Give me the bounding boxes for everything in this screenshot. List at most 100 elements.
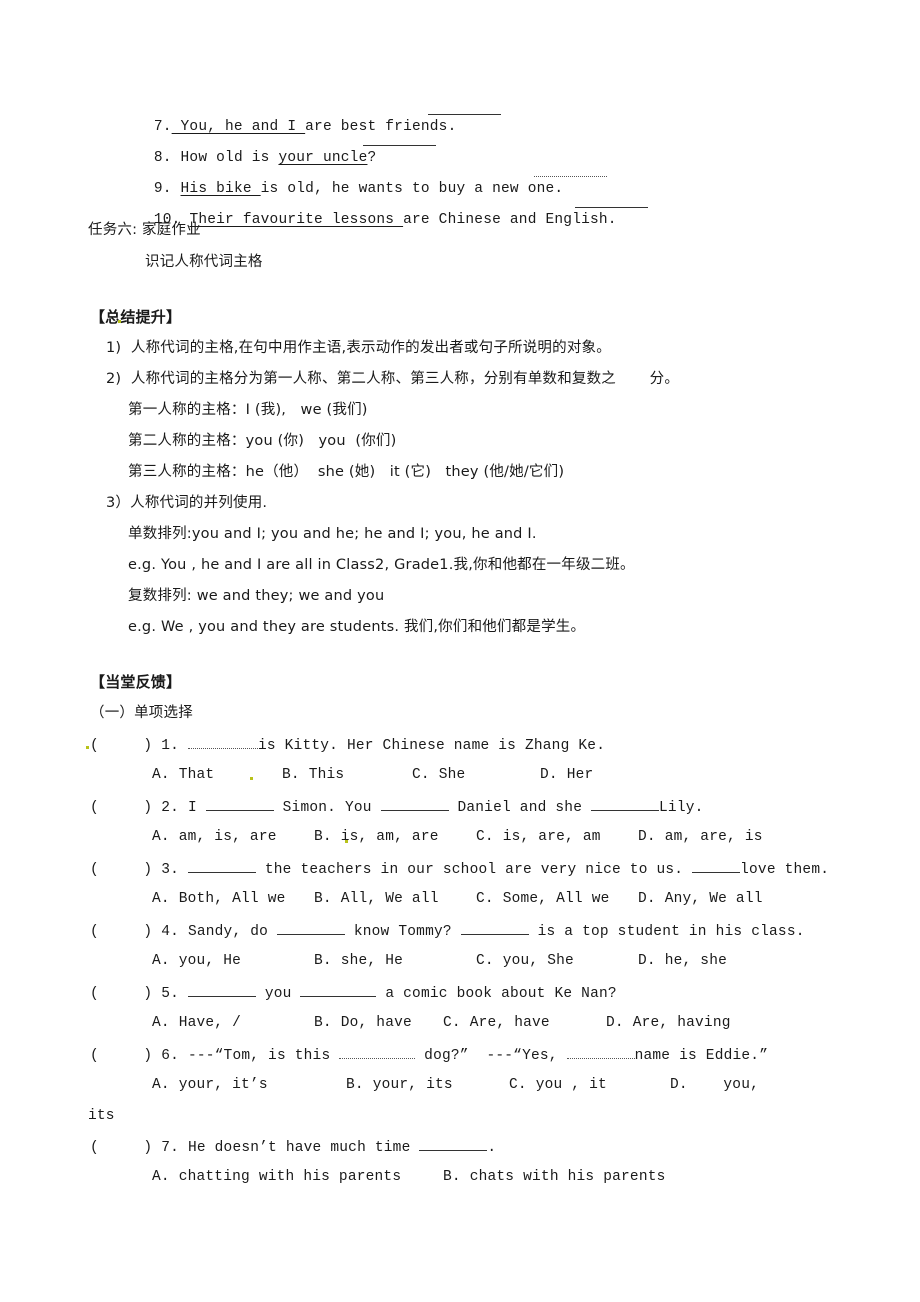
item-text: are Chinese and English.	[403, 212, 617, 228]
question-text: a comic book about Ke Nan?	[376, 986, 617, 1002]
question-text: .	[487, 1140, 497, 1156]
fill-blank[interactable]	[591, 796, 660, 811]
question-text: you	[255, 986, 301, 1002]
question-text: He doesn’t have much time	[187, 1140, 420, 1156]
fill-blank[interactable]	[339, 1044, 416, 1059]
question-text: Lily.	[659, 800, 704, 816]
question-7: ( ) 7. He doesn’t have much time .	[90, 1136, 496, 1158]
highlight-mark	[86, 746, 89, 749]
second-person-subject: 第二人称的主格：you (你) you (你们)	[128, 433, 397, 449]
option-d[interactable]: D. you,	[670, 1075, 759, 1095]
singular-example: e.g. You , he and I are all in Class2, G…	[128, 557, 635, 573]
first-person-subject: 第一人称的主格：I (我), we (我们)	[128, 402, 368, 418]
option-b[interactable]: B. Do, have	[314, 1013, 412, 1033]
answer-bracket[interactable]: ( )	[90, 924, 161, 940]
summary-point-2: 2) 人称代词的主格分为第一人称、第二人称、第三人称，分别有单数和复数之 分。	[106, 371, 680, 387]
option-b[interactable]: B. chats with his parents	[443, 1167, 666, 1187]
answer-blank[interactable]	[363, 131, 436, 146]
fill-blank[interactable]	[566, 1044, 635, 1059]
question-text: dog?” ---“Yes,	[415, 1048, 567, 1064]
option-d[interactable]: D. Her	[540, 765, 593, 785]
singular-order: 单数排列:you and I; you and he; he and I; yo…	[128, 526, 537, 542]
option-a[interactable]: A. you, He	[152, 951, 241, 971]
summary-point-3: 3）人称代词的并列使用.	[106, 495, 268, 511]
answer-bracket[interactable]: ( )	[90, 738, 161, 754]
option-a[interactable]: A. Both, All we	[152, 889, 286, 909]
option-c[interactable]: C. She	[412, 765, 465, 785]
option-c[interactable]: C. you, She	[476, 951, 574, 971]
question-6: ( ) 6. ---“Tom, is this dog?” ---“Yes, n…	[90, 1044, 768, 1066]
summary-heading: 【总结提升】	[90, 308, 182, 326]
answer-bracket[interactable]: ( )	[90, 862, 161, 878]
question-text: is a top student in his class.	[528, 924, 805, 940]
option-a[interactable]: A. Have, /	[152, 1013, 241, 1033]
option-b[interactable]: B. your, its	[346, 1075, 453, 1095]
option-b[interactable]: B. This	[282, 765, 344, 785]
option-c[interactable]: C. Some, All we	[476, 889, 610, 909]
question-text: Daniel and she	[448, 800, 592, 816]
fill-blank[interactable]	[380, 796, 449, 811]
answer-bracket[interactable]: ( )	[90, 800, 161, 816]
fill-blank[interactable]	[187, 858, 256, 873]
answer-bracket[interactable]: ( )	[90, 1048, 161, 1064]
question-text: name is Eddie.”	[634, 1048, 769, 1064]
highlight-mark	[250, 777, 253, 780]
question-text: know Tommy?	[344, 924, 461, 940]
feedback-heading: 【当堂反馈】	[90, 673, 182, 691]
fill-blank[interactable]	[300, 982, 377, 997]
question-number: 3.	[161, 862, 188, 878]
question-text: the teachers in our school are very nice…	[255, 862, 693, 878]
fill-blank[interactable]	[419, 1136, 488, 1151]
option-d-continued: its	[88, 1108, 115, 1124]
answer-bracket[interactable]: ( )	[90, 1140, 161, 1156]
option-d[interactable]: D. Are, having	[606, 1013, 731, 1033]
third-person-subject: 第三人称的主格：he（他） she (她) it (它) they (他/她/它…	[128, 464, 565, 480]
option-d[interactable]: D. he, she	[638, 951, 727, 971]
question-3: ( ) 3. the teachers in our school are ve…	[90, 858, 829, 880]
answer-blank[interactable]	[428, 100, 501, 115]
option-a[interactable]: A. am, is, are	[152, 827, 277, 847]
fill-blank[interactable]	[276, 920, 345, 935]
option-b[interactable]: B. All, We all	[314, 889, 439, 909]
fill-blank[interactable]	[205, 796, 274, 811]
option-c[interactable]: C. is, are, am	[476, 827, 601, 847]
question-text: ---“Tom, is this	[187, 1048, 340, 1064]
question-number: 2.	[161, 800, 188, 816]
option-b[interactable]: B. is, am, are	[314, 827, 439, 847]
question-number: 7.	[161, 1140, 188, 1156]
option-d[interactable]: D. Any, We all	[638, 889, 763, 909]
question-number: 1.	[161, 738, 188, 754]
question-text: is Kitty. Her Chinese name is Zhang Ke.	[257, 738, 606, 754]
question-4: ( ) 4. Sandy, do know Tommy? is a top st…	[90, 920, 805, 942]
option-a[interactable]: A. That	[152, 765, 214, 785]
highlight-mark	[345, 840, 348, 843]
task6-title: 任务六: 家庭作业	[88, 222, 201, 238]
option-c[interactable]: C. Are, have	[443, 1013, 550, 1033]
fill-blank[interactable]	[187, 734, 258, 749]
exercise-item-10: 10. Their favourite lessons are Chinese …	[136, 190, 617, 230]
fill-blank[interactable]	[460, 920, 529, 935]
question-2: ( ) 2. I Simon. You Daniel and she Lily.	[90, 796, 704, 818]
question-text: love them.	[740, 862, 830, 878]
question-number: 6.	[161, 1048, 188, 1064]
underlined-phrase: Their favourite lessons	[189, 212, 404, 228]
option-a[interactable]: A. chatting with his parents	[152, 1167, 401, 1187]
answer-blank[interactable]	[534, 162, 607, 177]
question-text: Sandy, do	[187, 924, 277, 940]
highlight-mark	[118, 320, 121, 323]
fill-blank[interactable]	[692, 858, 741, 873]
task6-content: 识记人称代词主格	[145, 254, 263, 270]
option-a[interactable]: A. your, it’s	[152, 1075, 268, 1095]
question-text: I	[187, 800, 206, 816]
answer-blank[interactable]	[575, 193, 648, 208]
summary-point-1: 1) 人称代词的主格,在句中用作主语,表示动作的发出者或句子所说明的对象。	[106, 340, 611, 356]
plural-order: 复数排列: we and they; we and you	[128, 588, 385, 604]
option-c[interactable]: C. you , it	[509, 1075, 607, 1095]
option-b[interactable]: B. she, He	[314, 951, 403, 971]
answer-bracket[interactable]: ( )	[90, 986, 161, 1002]
option-d[interactable]: D. am, are, is	[638, 827, 763, 847]
plural-example: e.g. We , you and they are students. 我们,…	[128, 619, 586, 635]
question-number: 5.	[161, 986, 188, 1002]
fill-blank[interactable]	[187, 982, 256, 997]
question-text: Simon. You	[273, 800, 381, 816]
